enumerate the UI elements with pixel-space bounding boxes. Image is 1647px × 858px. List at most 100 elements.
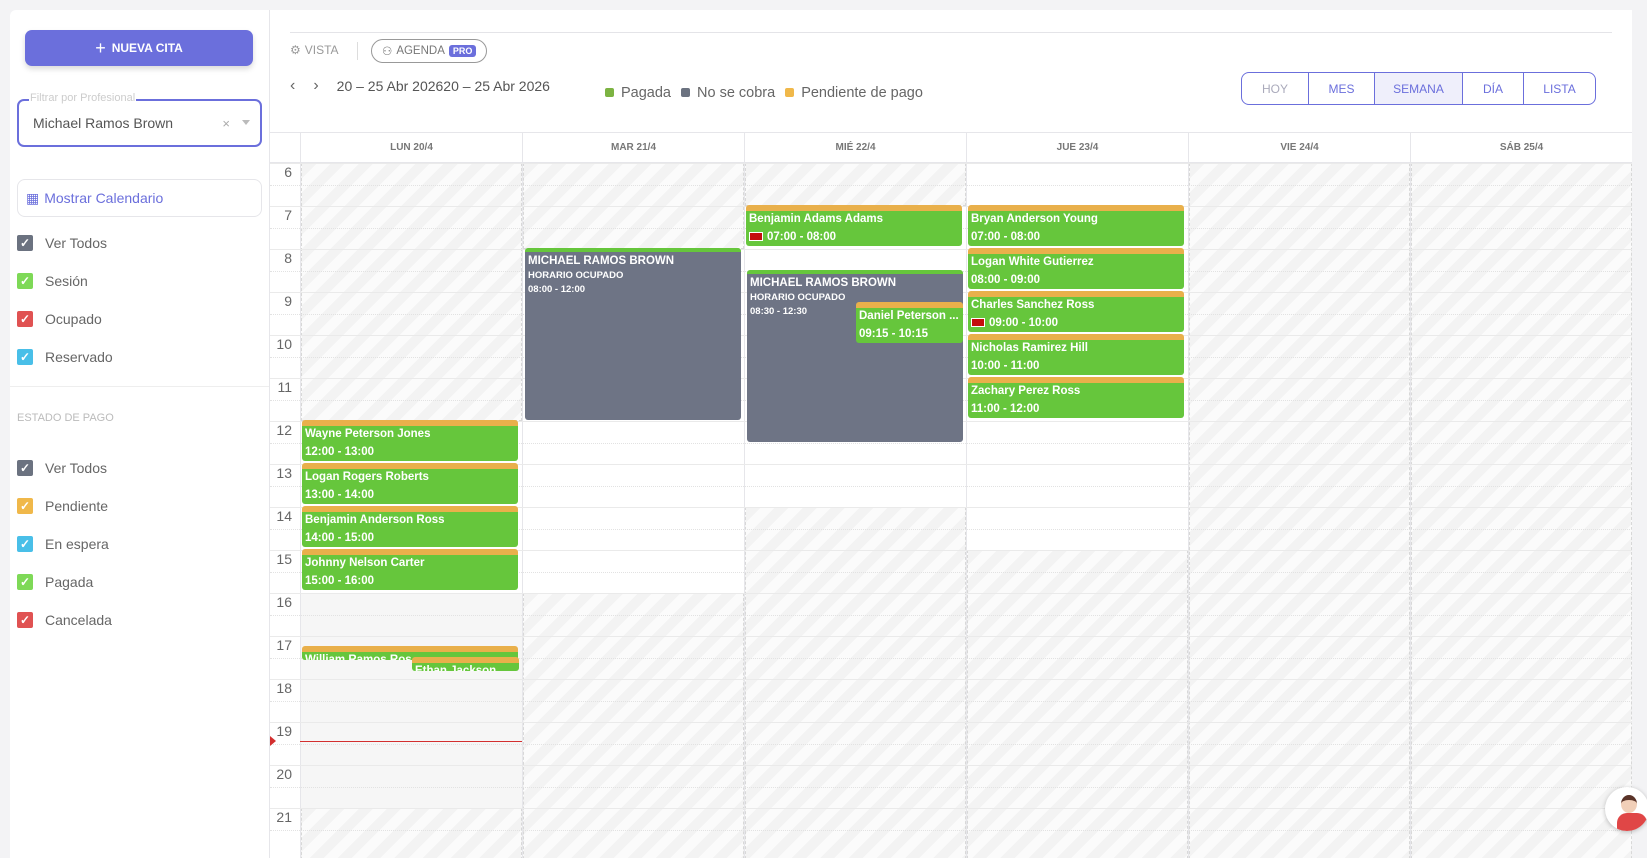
event-time-row: 08:00 - 09:00 (971, 274, 1181, 286)
prev-week-button[interactable]: ‹ (290, 77, 295, 95)
appointment-event[interactable]: Johnny Nelson Carter 15:00 - 16:00 (302, 549, 518, 590)
view-button-mes[interactable]: MES (1308, 73, 1374, 104)
new-appointment-button[interactable]: + NUEVA CITA (25, 30, 253, 66)
checkbox-icon[interactable]: ✓ (17, 612, 33, 628)
event-time: 15:00 - 16:00 (305, 575, 375, 587)
unavailable-slot (523, 593, 744, 858)
divider (290, 32, 1612, 33)
payment-status-title: ESTADO DE PAGO (17, 412, 114, 424)
filter-checkbox-sesión[interactable]: ✓ Sesión (17, 273, 88, 289)
new-appointment-label: NUEVA CITA (111, 41, 183, 55)
event-time-row: 11:00 - 12:00 (971, 403, 1181, 415)
now-indicator-arrow (270, 736, 276, 747)
event-time-row: 09:15 - 10:15 (859, 328, 960, 340)
appointment-event[interactable]: Benjamin Anderson Ross 14:00 - 15:00 (302, 506, 518, 547)
show-calendar-button[interactable]: ▦ Mostrar Calendario (17, 179, 262, 217)
legend-label: Pendiente de pago (801, 85, 923, 101)
time-grid: 6 7 8 9 10 11 12 13 14 15 16 17 18 19 20 21 MICHAEL RAMO… (270, 162, 1632, 858)
hour-line (270, 163, 1632, 164)
appointment-event[interactable]: Zachary Perez Ross 11:00 - 12:00 (968, 377, 1184, 418)
legend-item: Pendiente de pago (785, 85, 923, 101)
video-camera-icon (749, 232, 763, 241)
event-time: 07:00 - 08:00 (971, 231, 1041, 243)
hour-label: 15 (276, 551, 292, 567)
clear-icon[interactable]: × (222, 116, 230, 131)
event-time: 08:00 - 09:00 (971, 274, 1041, 286)
view-settings-button[interactable]: ⚙ VISTA (290, 43, 339, 57)
appointment-event[interactable]: Charles Sanchez Ross 09:00 - 10:00 (968, 291, 1184, 332)
checkbox-icon[interactable]: ✓ (17, 273, 33, 289)
now-indicator-line (300, 741, 522, 743)
event-time: 10:00 - 11:00 (971, 360, 1040, 372)
appointment-event[interactable]: Nicholas Ramirez Hill 10:00 - 11:00 (968, 334, 1184, 375)
unavailable-slot (1411, 163, 1632, 858)
checkbox-icon[interactable]: ✓ (17, 460, 33, 476)
checkbox-icon[interactable]: ✓ (17, 498, 33, 514)
hour-label: 17 (276, 637, 292, 653)
appointment-event[interactable]: Logan Rogers Roberts 13:00 - 14:00 (302, 463, 518, 504)
support-chat-avatar[interactable] (1605, 787, 1647, 831)
appointment-event[interactable]: Ethan Jackson H...17:30 - 18:00 (412, 656, 519, 671)
view-label: VISTA (304, 43, 339, 57)
view-button-semana[interactable]: SEMANA (1374, 73, 1462, 104)
filter-checkbox-ocupado[interactable]: ✓ Ocupado (17, 311, 102, 327)
event-time: 09:00 - 10:00 (989, 317, 1059, 329)
agenda-button[interactable]: ⚇ AGENDA PRO (371, 39, 488, 63)
event-time-row: 13:00 - 14:00 (305, 489, 515, 501)
filter-checkbox-en-espera[interactable]: ✓ En espera (17, 536, 109, 552)
hour-line (270, 765, 1632, 766)
event-name: Benjamin Anderson Ross (305, 514, 445, 526)
hour-line (270, 722, 1632, 723)
legend-dot (785, 88, 795, 97)
hour-label: 8 (284, 250, 292, 266)
checkbox-icon[interactable]: ✓ (17, 574, 33, 590)
legend-dot (681, 88, 690, 97)
view-button-hoy[interactable]: HOY (1242, 73, 1308, 104)
checkbox-icon[interactable]: ✓ (17, 349, 33, 365)
event-time: 09:15 - 10:15 (859, 327, 929, 340)
appointment-event[interactable]: Daniel Peterson ... 09:15 - 10:15 (856, 301, 963, 343)
next-week-button[interactable]: › (313, 77, 318, 95)
day-column[interactable] (744, 163, 966, 858)
busy-block[interactable]: MICHAEL RAMOS BROWN HORARIO OCUPADO 08:00 … (525, 248, 741, 420)
event-time-row: 10:00 - 11:00 (971, 360, 1181, 372)
filter-checkbox-pagada[interactable]: ✓ Pagada (17, 574, 93, 590)
appointment-event[interactable]: Wayne Peterson Jones 12:00 - 13:00 (302, 420, 518, 461)
avatar-head (1621, 795, 1637, 813)
filter-checkbox-pendiente[interactable]: ✓ Pendiente (17, 498, 108, 514)
checkbox-icon[interactable]: ✓ (17, 536, 33, 552)
unavailable-slot (967, 550, 1188, 858)
checkbox-icon[interactable]: ✓ (17, 235, 33, 251)
chevron-down-icon[interactable] (242, 120, 250, 125)
checkbox-icon[interactable]: ✓ (17, 311, 33, 327)
filter-label: Pagada (45, 574, 94, 590)
legend-item: Pagada (605, 85, 671, 101)
busy-status: HORARIO OCUPADO (528, 270, 624, 281)
appointment-event[interactable]: Bryan Anderson Young 07:00 - 08:00 (968, 205, 1184, 246)
divider (10, 386, 269, 387)
filter-checkbox-ver-todos[interactable]: ✓ Ver Todos (17, 235, 107, 251)
day-header: JUE 23/4 (966, 133, 1188, 162)
avatar-body (1617, 813, 1647, 831)
filter-label: Filtrar por Profesional (29, 92, 137, 104)
appointment-event[interactable]: Benjamin Adams Adams 07:00 - 08:00 (746, 205, 962, 246)
hour-line (270, 808, 1632, 809)
view-button-lista[interactable]: LISTA (1523, 73, 1595, 104)
event-time: 14:00 - 15:00 (305, 532, 375, 544)
busy-status: HORARIO OCUPADO (750, 291, 846, 303)
busy-block[interactable]: MICHAEL RAMOS BROWN HORARIO OCUPADO 08:30 … (747, 269, 963, 442)
filter-checkbox-cancelada[interactable]: ✓ Cancelada (17, 612, 112, 628)
day-column[interactable] (1410, 163, 1632, 858)
day-header: MIÉ 22/4 (744, 133, 966, 162)
day-header: VIE 24/4 (1188, 133, 1410, 162)
professional-filter-select[interactable]: Filtrar por Profesional Michael Ramos Br… (17, 92, 262, 147)
payment-legend: Pagada No se cobra Pendiente de pago (605, 85, 923, 101)
sidebar: + NUEVA CITA Filtrar por Profesional Mich… (10, 10, 270, 858)
hour-label: 6 (284, 164, 292, 180)
filter-checkbox-ver-todos[interactable]: ✓ Ver Todos (17, 460, 107, 476)
view-button-día[interactable]: DÍA (1462, 73, 1523, 104)
appointment-event[interactable]: Logan White Gutierrez 08:00 - 09:00 (968, 248, 1184, 289)
day-column[interactable] (1188, 163, 1410, 858)
hour-label: 18 (276, 680, 292, 696)
filter-checkbox-reservado[interactable]: ✓ Reservado (17, 349, 113, 365)
